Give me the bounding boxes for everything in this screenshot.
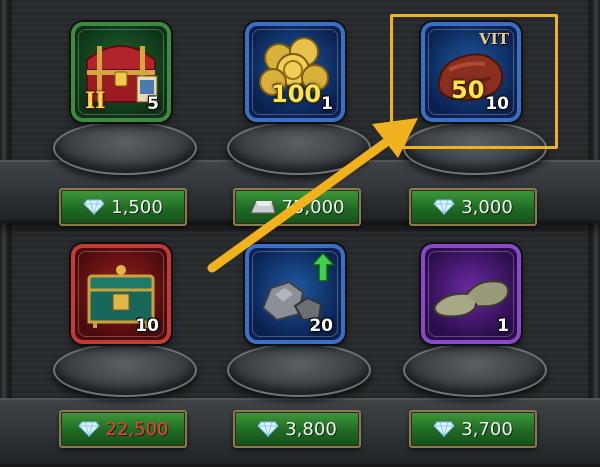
item-frame[interactable]: 100 1 <box>245 22 345 122</box>
item-quantity: 5 <box>147 94 159 114</box>
shelf-pillar-right <box>592 0 600 462</box>
price-amount: 3,800 <box>285 418 337 440</box>
buy-button[interactable]: 22,500 <box>59 410 187 448</box>
tier-label: II <box>85 88 106 114</box>
price-amount: 75,000 <box>281 196 345 218</box>
gem-icon <box>433 421 455 437</box>
item-quantity: 10 <box>135 316 159 336</box>
item-frame[interactable]: 1 <box>421 244 521 344</box>
silver-ingot-icon <box>249 200 276 214</box>
shelf-pillar-left <box>0 0 8 462</box>
price-amount: 22,500 <box>105 418 169 440</box>
price-amount: 3,700 <box>461 418 513 440</box>
gem-icon <box>433 199 455 215</box>
buy-button[interactable]: 75,000 <box>233 188 361 226</box>
buy-button[interactable]: 3,000 <box>409 188 537 226</box>
price-amount: 1,500 <box>111 196 163 218</box>
price-amount: 3,000 <box>461 196 513 218</box>
shop-item-slippers[interactable]: 1 3,700 <box>387 240 557 455</box>
coin-amount-label: 100 <box>271 80 322 108</box>
shop-item-green-chest[interactable]: 10 22,500 <box>37 240 207 455</box>
shop-item-chest-ii[interactable]: II 5 1,500 <box>37 18 207 233</box>
item-quantity: 20 <box>309 316 333 336</box>
pedestal <box>403 343 547 397</box>
shop-item-gold-coins[interactable]: 100 1 75,000 <box>211 18 381 233</box>
item-quantity: 1 <box>497 316 509 336</box>
pedestal <box>227 121 371 175</box>
buy-button[interactable]: 1,500 <box>59 188 187 226</box>
pedestal <box>53 343 197 397</box>
pedestal <box>227 343 371 397</box>
gem-icon <box>77 421 100 437</box>
item-frame[interactable]: II 5 <box>71 22 171 122</box>
gem-icon <box>257 421 279 437</box>
buy-button[interactable]: 3,700 <box>409 410 537 448</box>
highlight-box <box>390 14 558 149</box>
item-frame[interactable]: 10 <box>71 244 171 344</box>
item-frame[interactable]: 20 <box>245 244 345 344</box>
upgrade-arrow-icon <box>311 252 335 282</box>
buy-button[interactable]: 3,800 <box>233 410 361 448</box>
gem-icon <box>83 199 105 215</box>
shop-item-ore[interactable]: 20 3,800 <box>211 240 381 455</box>
item-quantity: 1 <box>321 94 333 114</box>
pedestal <box>53 121 197 175</box>
